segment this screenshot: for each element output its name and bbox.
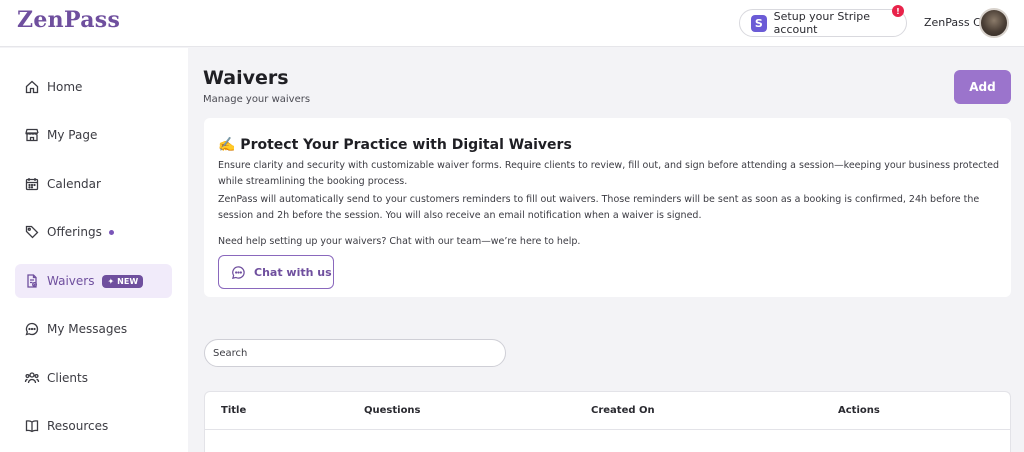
sidebar-item-my-messages[interactable]: My Messages — [15, 312, 172, 346]
new-badge: ✦ NEW — [102, 274, 144, 288]
tag-icon — [24, 224, 40, 240]
table-header: Title Questions Created On Actions — [205, 392, 1010, 430]
alert-badge: ! — [892, 5, 904, 17]
document-icon — [24, 273, 40, 289]
store-icon — [24, 127, 40, 143]
notification-dot — [108, 229, 114, 235]
sidebar-item-calendar[interactable]: Calendar — [15, 167, 172, 201]
user-name[interactable]: ZenPass C. — [924, 16, 984, 29]
sidebar-item-my-page[interactable]: My Page — [15, 118, 172, 152]
avatar[interactable] — [979, 8, 1009, 38]
page-title: Waivers — [203, 67, 289, 89]
sidebar-item-label: Home — [47, 80, 83, 94]
add-button[interactable]: Add — [954, 70, 1011, 104]
search-input[interactable] — [204, 339, 506, 367]
sidebar-item-clients[interactable]: Clients — [15, 361, 172, 395]
page-subtitle: Manage your waivers — [203, 94, 311, 105]
sidebar-item-offerings[interactable]: Offerings — [15, 215, 172, 249]
info-card: ✍️ Protect Your Practice with Digital Wa… — [204, 118, 1011, 297]
zenpass-logo[interactable]: ZenPass — [17, 7, 120, 33]
chat-bubble-icon — [231, 265, 246, 280]
setup-stripe-label: Setup your Stripe account — [773, 10, 871, 36]
info-card-paragraph: ZenPass will automatically send to your … — [218, 194, 980, 221]
sidebar-item-resources[interactable]: Resources — [15, 409, 172, 443]
column-header-created-on[interactable]: Created On — [591, 405, 655, 416]
sidebar-item-label: My Messages — [47, 322, 128, 336]
chat-with-us-button[interactable]: Chat with us — [218, 255, 334, 289]
sidebar-item-label: Resources — [47, 419, 109, 433]
waivers-table: Title Questions Created On Actions — [204, 391, 1011, 452]
chat-icon — [24, 321, 40, 337]
chat-with-us-label: Chat with us — [254, 265, 332, 279]
column-header-questions[interactable]: Questions — [364, 405, 421, 416]
sidebar-item-label: Offerings — [47, 225, 102, 239]
info-card-help-text: Need help setting up your waivers? Chat … — [218, 236, 581, 247]
column-header-actions: Actions — [838, 405, 880, 416]
book-icon — [24, 418, 40, 434]
info-card-paragraph: Ensure clarity and security with customi… — [218, 160, 999, 187]
calendar-icon — [24, 176, 40, 192]
sidebar-item-label: Waivers — [47, 274, 95, 288]
sidebar-item-label: Calendar — [47, 177, 101, 191]
column-header-title[interactable]: Title — [221, 405, 246, 416]
sidebar-item-home[interactable]: Home — [15, 70, 172, 104]
sidebar-item-label: Clients — [47, 371, 88, 385]
stripe-logo-icon: S — [751, 14, 767, 32]
sidebar-item-label: My Page — [47, 128, 98, 142]
setup-stripe-button[interactable]: S Setup your Stripe account ! — [739, 5, 907, 37]
top-bar: ZenPass S Setup your Stripe account ! Ze… — [0, 0, 1024, 47]
sparkle-icon: ✦ — [107, 276, 115, 286]
sidebar: Home My Page Calendar Offerings Waivers … — [0, 48, 188, 452]
users-icon — [24, 370, 40, 386]
sidebar-item-waivers[interactable]: Waivers ✦ NEW — [15, 264, 172, 298]
home-icon — [24, 79, 40, 95]
new-badge-label: NEW — [117, 276, 139, 286]
info-card-title: ✍️ Protect Your Practice with Digital Wa… — [218, 137, 572, 153]
